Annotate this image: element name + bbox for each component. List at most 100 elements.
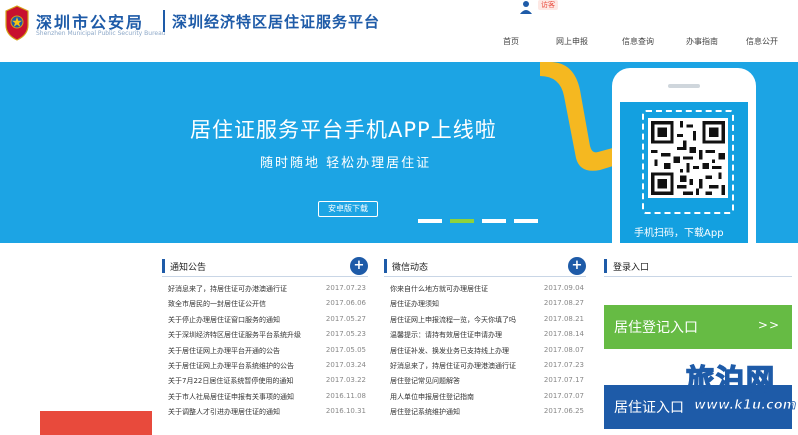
page: 深圳市公安局 Shenzhen Municipal Public Securit… [0, 0, 798, 435]
list-item[interactable]: 关于市人社局居住证申报有关事项的通知 2016.11.08 [162, 391, 368, 406]
qr-code-icon[interactable] [648, 118, 728, 198]
main-nav: 首页 网上申报 信息查询 办事指南 信息公开 [0, 36, 798, 50]
list-item[interactable]: 温馨提示：请持有效居住证申请办理 2017.08.14 [384, 329, 586, 344]
list-item-date: 2017.06.06 [325, 299, 366, 308]
list-item-date: 2017.05.23 [325, 330, 366, 339]
list-item-date: 2017.07.17 [543, 376, 584, 385]
wechat-news-more-plus-icon[interactable]: + [568, 257, 586, 275]
list-item-title[interactable]: 关于居住证网上办理平台系统维护的公告 [168, 361, 294, 371]
wechat-news-panel: 微信动态 + 你来自什么地方就可办理居住证 2017.09.04 居住证办理须知 2… [384, 255, 586, 435]
notices-list: 好消息来了，持居住证可办港澳通行证 2017.07.23 致全市居民的一封居住证公… [162, 283, 368, 422]
site-title: 深圳经济特区居住证服务平台 [172, 13, 381, 31]
list-item-title[interactable]: 关于7月22日居住证系统暂停使用的通知 [168, 376, 293, 386]
list-item[interactable]: 居住证补发、换发业务已支持线上办理 2017.08.07 [384, 345, 586, 360]
watermark-url: www.k1u.com [694, 398, 797, 414]
list-item-date: 2017.05.27 [325, 314, 366, 323]
nav-item-home[interactable]: 首页 [503, 36, 519, 47]
list-item[interactable]: 好消息来了，持居住证可办理港澳通行证 2017.07.23 [384, 360, 586, 375]
list-item-title[interactable]: 致全市居民的一封居住证公开信 [168, 299, 266, 309]
nav-item-online-declare[interactable]: 网上申报 [556, 36, 588, 47]
button-label: 居住登记入口 [614, 320, 698, 336]
user-label: 访客 [538, 0, 558, 10]
list-item-date: 2017.03.22 [325, 376, 366, 385]
login-title: 登录入口 [613, 263, 650, 273]
phone-mockup: 手机扫码，下载App [612, 68, 756, 243]
header-divider [163, 10, 165, 32]
list-item[interactable]: 关于居住证网上办理平台开通的公告 2017.05.05 [162, 345, 368, 360]
banner-title: 居住证服务平台手机APP上线啦 [190, 118, 497, 142]
list-item[interactable]: 居住登记系统维护通知 2017.06.25 [384, 406, 586, 421]
list-item[interactable]: 居住登记常见问题解答 2017.07.17 [384, 375, 586, 390]
list-item-date: 2017.08.14 [543, 330, 584, 339]
double-chevron-right-icon: >> [757, 318, 780, 332]
list-item[interactable]: 用人单位申报居住登记指南 2017.07.07 [384, 391, 586, 406]
list-item-title[interactable]: 关于居住证网上办理平台开通的公告 [168, 346, 280, 356]
list-item-date: 2017.07.23 [325, 284, 366, 292]
header-accent-bar [604, 259, 607, 273]
promo-banner[interactable]: 居住证服务平台手机APP上线啦 随时随地 轻松办理居住证 安卓版下载 手机扫码，… [0, 62, 798, 243]
login-header: 登录入口 [604, 255, 792, 277]
list-item[interactable]: 好消息来了，持居住证可办港澳通行证 2017.07.23 [162, 283, 368, 298]
list-item-date: 2017.08.07 [543, 345, 584, 354]
list-item-title[interactable]: 用人单位申报居住登记指南 [390, 392, 474, 402]
nav-item-guide[interactable]: 办事指南 [686, 36, 718, 47]
list-item[interactable]: 致全市居民的一封居住证公开信 2017.06.06 [162, 298, 368, 313]
list-item[interactable]: 关于7月22日居住证系统暂停使用的通知 2017.03.22 [162, 375, 368, 390]
list-item-title[interactable]: 居住登记系统维护通知 [390, 407, 460, 417]
carousel-dot-active[interactable] [450, 219, 474, 223]
red-side-block [40, 411, 152, 435]
button-label: 居住证入口 [614, 400, 684, 416]
android-download-button[interactable]: 安卓版下载 [318, 201, 378, 217]
site-header: 深圳市公安局 Shenzhen Municipal Public Securit… [0, 0, 798, 62]
list-item-date: 2017.05.05 [325, 345, 366, 354]
list-item[interactable]: 居住证网上申报流程一览，今天你填了吗 2017.08.21 [384, 314, 586, 329]
phone-caption: 手机扫码，下载App [634, 228, 724, 239]
list-item-title[interactable]: 你来自什么地方就可办理居住证 [390, 284, 488, 294]
notices-title: 通知公告 [170, 263, 207, 273]
list-item-title[interactable]: 好消息来了，持居住证可办港澳通行证 [168, 284, 287, 294]
user-avatar-icon [520, 1, 532, 14]
nav-item-info-public[interactable]: 信息公开 [746, 36, 778, 47]
list-item-title[interactable]: 居住证补发、换发业务已支持线上办理 [390, 346, 509, 356]
wechat-news-title: 微信动态 [392, 263, 429, 273]
carousel-dot[interactable] [514, 219, 538, 223]
header-accent-bar [384, 259, 387, 273]
banner-subtitle: 随时随地 轻松办理居住证 [260, 156, 432, 171]
notices-header: 通知公告 + [162, 255, 368, 277]
list-item-title[interactable]: 居住证办理须知 [390, 299, 439, 309]
carousel-indicators [418, 219, 542, 223]
header-accent-bar [162, 259, 165, 273]
list-item-title[interactable]: 关于深圳经济特区居住证服务平台系统升级 [168, 330, 301, 340]
list-item-title[interactable]: 居住登记常见问题解答 [390, 376, 460, 386]
list-item-title[interactable]: 关于停止办理居住证窗口服务的通知 [168, 315, 280, 325]
carousel-dot[interactable] [482, 219, 506, 223]
list-item-date: 2017.08.27 [543, 299, 584, 308]
list-item-title[interactable]: 温馨提示：请持有效居住证申请办理 [390, 330, 502, 340]
list-item[interactable]: 关于停止办理居住证窗口服务的通知 2017.05.27 [162, 314, 368, 329]
list-item-date: 2016.11.08 [325, 391, 366, 400]
carousel-dot[interactable] [418, 219, 442, 223]
list-item-date: 2016.10.31 [325, 407, 366, 416]
list-item-title[interactable]: 居住证网上申报流程一览，今天你填了吗 [390, 315, 516, 325]
resident-registration-entry-button[interactable]: 居住登记入口 >> [604, 305, 792, 349]
content-area: 通知公告 + 好消息来了，持居住证可办港澳通行证 2017.07.23 致全市居民… [0, 243, 798, 435]
wechat-news-header: 微信动态 + [384, 255, 586, 277]
phone-speaker [668, 84, 700, 88]
list-item-date: 2017.07.07 [543, 391, 584, 400]
list-item-title[interactable]: 关于调整人才引进办理居住证的通知 [168, 407, 280, 417]
list-item-date: 2017.07.23 [543, 360, 584, 369]
list-item[interactable]: 关于调整人才引进办理居住证的通知 2016.10.31 [162, 406, 368, 421]
list-item[interactable]: 关于居住证网上办理平台系统维护的公告 2017.03.24 [162, 360, 368, 375]
list-item-date: 2017.09.04 [543, 284, 584, 292]
list-item-date: 2017.08.21 [543, 314, 584, 323]
list-item-title[interactable]: 关于市人社局居住证申报有关事项的通知 [168, 392, 294, 402]
site-watermark: 旅泊网 www.k1u.com [682, 358, 797, 428]
list-item-title[interactable]: 好消息来了，持居住证可办理港澳通行证 [390, 361, 516, 371]
notices-panel: 通知公告 + 好消息来了，持居住证可办港澳通行证 2017.07.23 致全市居民… [162, 255, 368, 435]
nav-item-info-query[interactable]: 信息查询 [622, 36, 654, 47]
list-item[interactable]: 居住证办理须知 2017.08.27 [384, 298, 586, 313]
list-item[interactable]: 关于深圳经济特区居住证服务平台系统升级 2017.05.23 [162, 329, 368, 344]
list-item[interactable]: 你来自什么地方就可办理居住证 2017.09.04 [384, 283, 586, 298]
notices-more-plus-icon[interactable]: + [350, 257, 368, 275]
user-menu[interactable]: 访客 [512, 0, 558, 20]
